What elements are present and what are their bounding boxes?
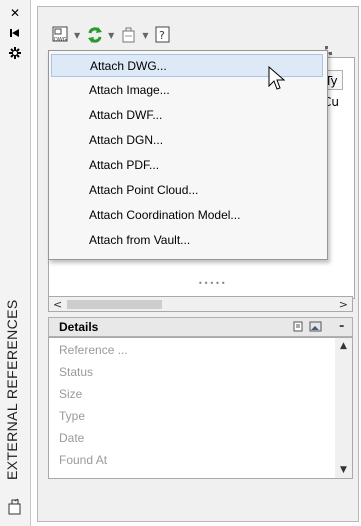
property-label: Status — [59, 365, 94, 379]
chevron-down-icon[interactable]: ▼ — [74, 31, 80, 40]
scroll-down-icon[interactable]: ▼ — [340, 465, 347, 475]
menu-item-attach-dwf[interactable]: Attach DWF... — [51, 104, 323, 127]
palette-title: EXTERNAL REFERENCES — [4, 299, 20, 480]
help-icon: ? — [155, 26, 170, 43]
menu-item-attach-from-vault[interactable]: Attach from Vault... — [51, 229, 323, 252]
attach-dwg-button[interactable]: DWG ▼ — [52, 26, 80, 44]
menu-item-label: Attach DGN... — [89, 133, 164, 147]
collapse-button[interactable]: - — [339, 319, 344, 334]
details-properties: Reference ... Status Size Type Date Foun… — [48, 337, 353, 479]
xref-icon[interactable] — [7, 498, 23, 516]
scroll-thumb[interactable] — [67, 300, 162, 309]
menu-item-label: Attach DWG... — [90, 59, 167, 73]
menu-item-label: Attach Image... — [89, 83, 170, 97]
external-references-palette: ✕ EXTERNAL REFERENCES DWG ▼ ▼ ▼ ? Ty Cu … — [0, 0, 361, 526]
change-path-button[interactable]: ▼ — [120, 26, 148, 44]
change-path-icon — [122, 27, 135, 43]
property-label: Type — [59, 409, 86, 423]
horizontal-scrollbar[interactable]: < > — [48, 296, 353, 312]
property-label: Size — [59, 387, 83, 401]
menu-item-label: Attach PDF... — [89, 158, 160, 172]
splitter-grip[interactable]: ••••• — [198, 279, 227, 288]
settings-icon[interactable] — [8, 46, 22, 60]
scroll-right-icon[interactable]: > — [339, 298, 348, 311]
details-view-icon[interactable] — [293, 321, 303, 335]
menu-item-attach-point-cloud[interactable]: Attach Point Cloud... — [51, 179, 323, 202]
details-title: Details — [59, 320, 99, 334]
property-label: Reference ... — [59, 343, 128, 357]
property-label: Found At — [59, 453, 108, 467]
menu-item-label: Attach from Vault... — [89, 233, 191, 247]
svg-text:?: ? — [159, 29, 165, 42]
menu-item-label: Attach Coordination Model... — [89, 208, 241, 222]
vertical-scrollbar[interactable]: ▲ ▼ — [335, 338, 352, 478]
pin-icon[interactable] — [8, 26, 22, 40]
attach-dropdown-menu: Attach DWG... Attach Image... Attach DWF… — [48, 50, 328, 260]
attach-dwg-icon: DWG — [52, 26, 68, 43]
chevron-down-icon[interactable]: ▼ — [142, 31, 148, 40]
help-button[interactable]: ? — [154, 26, 172, 44]
chevron-down-icon[interactable]: ▼ — [108, 31, 114, 40]
menu-item-label: Attach DWF... — [89, 108, 163, 122]
palette-title-strip: ✕ EXTERNAL REFERENCES — [0, 0, 31, 526]
preview-icon[interactable] — [309, 321, 322, 335]
details-header: Details - — [48, 317, 353, 337]
svg-text:DWG: DWG — [54, 37, 67, 43]
scroll-left-icon[interactable]: < — [53, 298, 62, 311]
toolbar: DWG ▼ ▼ ▼ ? — [52, 23, 172, 47]
menu-item-attach-pdf[interactable]: Attach PDF... — [51, 154, 323, 177]
property-label: Date — [59, 431, 85, 445]
mouse-cursor-icon — [268, 66, 286, 90]
refresh-button[interactable]: ▼ — [86, 26, 114, 44]
refresh-icon — [88, 27, 103, 43]
scroll-up-icon[interactable]: ▲ — [340, 341, 347, 351]
menu-item-attach-dgn[interactable]: Attach DGN... — [51, 129, 323, 152]
menu-item-attach-coordination-model[interactable]: Attach Coordination Model... — [51, 204, 323, 227]
menu-item-label: Attach Point Cloud... — [89, 183, 199, 197]
close-icon[interactable]: ✕ — [8, 6, 22, 20]
